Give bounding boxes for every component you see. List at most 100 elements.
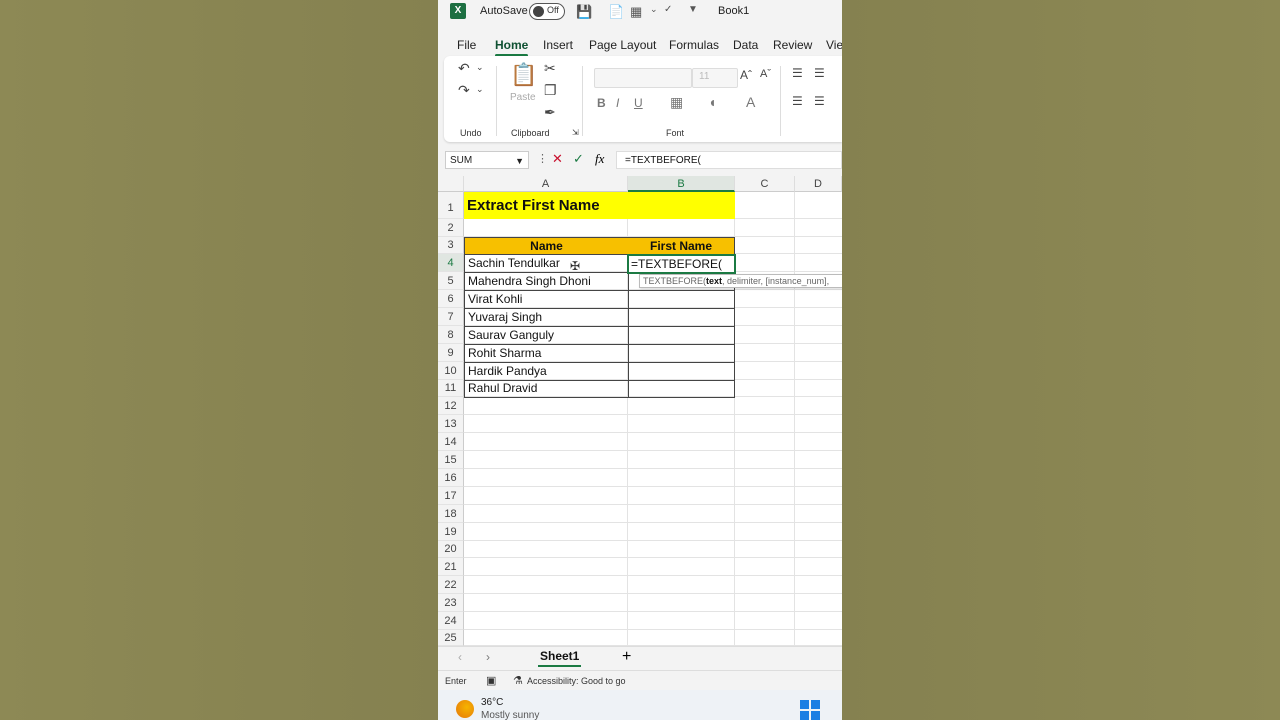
undo-dropdown-icon[interactable]: ⌄ xyxy=(476,62,484,73)
insert-function-button[interactable]: fx xyxy=(595,151,604,167)
grow-font-icon[interactable]: Aˆ xyxy=(740,68,752,82)
font-color-icon[interactable]: A xyxy=(746,94,755,110)
weather-description[interactable]: Mostly sunny xyxy=(481,710,539,720)
row-header[interactable]: 16 xyxy=(438,469,464,487)
name-cell[interactable]: Saurav Ganguly xyxy=(464,326,629,345)
save-icon[interactable]: 💾 xyxy=(576,4,592,20)
align-middle-icon[interactable]: ☰ xyxy=(814,66,825,80)
align-left-icon[interactable]: ☰ xyxy=(792,94,803,108)
add-sheet-button[interactable]: + xyxy=(622,648,631,666)
cut-icon[interactable]: ✂ xyxy=(544,60,556,77)
row-header[interactable]: 4 xyxy=(438,254,464,272)
weather-sun-icon[interactable] xyxy=(456,700,474,718)
row-header[interactable]: 19 xyxy=(438,523,464,541)
accessibility-status[interactable]: Accessibility: Good to go xyxy=(527,676,626,686)
header-name-cell[interactable]: Name xyxy=(464,237,629,255)
dropdown-chevron-icon[interactable]: ⌄ xyxy=(650,4,658,15)
select-all-corner[interactable] xyxy=(438,176,464,192)
scroll-right-icon[interactable]: › xyxy=(486,650,490,664)
row-header[interactable]: 11 xyxy=(438,380,464,397)
windows-start-icon[interactable] xyxy=(800,700,820,720)
row-header[interactable]: 1 xyxy=(438,192,464,219)
name-cell[interactable]: Mahendra Singh Dhoni xyxy=(464,272,629,291)
name-cell[interactable]: Virat Kohli xyxy=(464,290,629,309)
layout-icon[interactable]: ▦ xyxy=(630,4,642,20)
shrink-font-icon[interactable]: Aˇ xyxy=(760,68,771,80)
clipboard-launcher-icon[interactable]: ⇲ xyxy=(572,128,579,137)
row-header[interactable]: 10 xyxy=(438,362,464,380)
header-first-name-cell[interactable]: First Name xyxy=(628,237,735,255)
undo-icon[interactable]: ↶ xyxy=(458,60,470,77)
row-header[interactable]: 13 xyxy=(438,415,464,433)
row-header[interactable]: 14 xyxy=(438,433,464,451)
borders-icon[interactable]: ▦ xyxy=(670,94,683,111)
first-name-cell[interactable] xyxy=(628,362,735,381)
formula-input[interactable]: =TEXTBEFORE( xyxy=(616,151,842,169)
tab-review[interactable]: Review xyxy=(773,38,812,52)
autosave-toggle[interactable]: Off xyxy=(529,3,565,20)
more-options-icon[interactable]: ⋮ xyxy=(537,151,548,167)
row-header[interactable]: 22 xyxy=(438,576,464,594)
paste-icon[interactable]: 📋 xyxy=(510,62,537,88)
fill-color-icon[interactable]: ◖ xyxy=(708,94,716,110)
row-header[interactable]: 9 xyxy=(438,344,464,362)
name-cell[interactable]: Hardik Pandya xyxy=(464,362,629,381)
row-header[interactable]: 6 xyxy=(438,290,464,308)
spelling-check-icon[interactable]: ✓ xyxy=(664,4,672,15)
name-cell[interactable]: Rahul Dravid xyxy=(464,380,629,398)
customize-toolbar-icon[interactable]: ▼ xyxy=(688,4,698,15)
column-header-d[interactable]: D xyxy=(795,176,842,192)
row-header[interactable]: 12 xyxy=(438,397,464,415)
format-painter-icon[interactable]: ✒ xyxy=(544,104,556,121)
name-box[interactable]: SUM ▼ xyxy=(445,151,529,169)
font-size-select[interactable]: 11 xyxy=(692,68,738,88)
row-header[interactable]: 24 xyxy=(438,612,464,630)
new-file-icon[interactable]: 📄 xyxy=(608,4,624,20)
row-header[interactable]: 17 xyxy=(438,487,464,505)
italic-icon[interactable]: I xyxy=(616,96,619,110)
row-header[interactable]: 20 xyxy=(438,541,464,558)
row-header[interactable]: 25 xyxy=(438,630,464,646)
tab-home[interactable]: Home xyxy=(495,38,529,57)
row-header[interactable]: 3 xyxy=(438,237,464,254)
underline-icon[interactable]: U xyxy=(634,96,643,110)
first-name-cell[interactable] xyxy=(628,344,735,363)
row-header[interactable]: 2 xyxy=(438,219,464,237)
sheet-tab-sheet1[interactable]: Sheet1 xyxy=(534,647,585,669)
cancel-icon[interactable]: ✕ xyxy=(552,151,563,167)
first-name-cell[interactable] xyxy=(628,308,735,327)
tab-insert[interactable]: Insert xyxy=(543,38,573,52)
enter-icon[interactable]: ✓ xyxy=(573,151,584,167)
row-header[interactable]: 23 xyxy=(438,594,464,612)
scroll-left-icon[interactable]: ‹ xyxy=(458,650,462,664)
tooltip-current-arg[interactable]: text xyxy=(706,276,722,286)
align-center-icon[interactable]: ☰ xyxy=(814,94,825,108)
row-header[interactable]: 7 xyxy=(438,308,464,326)
tab-view[interactable]: Vie xyxy=(826,38,842,52)
tab-data[interactable]: Data xyxy=(733,38,758,52)
name-cell[interactable]: Sachin Tendulkar xyxy=(464,254,629,273)
copy-icon[interactable]: ❐ xyxy=(544,82,557,99)
row-header[interactable]: 15 xyxy=(438,451,464,469)
active-cell-b4[interactable]: =TEXTBEFORE( xyxy=(627,254,736,274)
tab-page-layout[interactable]: Page Layout xyxy=(589,38,656,52)
tab-formulas[interactable]: Formulas xyxy=(669,38,719,52)
font-name-select[interactable] xyxy=(594,68,692,88)
accessibility-icon[interactable]: ⚗ xyxy=(513,674,523,687)
row-header[interactable]: 18 xyxy=(438,505,464,523)
redo-dropdown-icon[interactable]: ⌄ xyxy=(476,84,484,95)
row-header[interactable]: 8 xyxy=(438,326,464,344)
tooltip-function-name[interactable]: TEXTBEFORE( xyxy=(643,276,706,286)
first-name-cell[interactable] xyxy=(628,290,735,309)
name-cell[interactable]: Rohit Sharma xyxy=(464,344,629,363)
row-header[interactable]: 5 xyxy=(438,272,464,290)
column-header-c[interactable]: C xyxy=(735,176,795,192)
name-cell[interactable]: Yuvaraj Singh xyxy=(464,308,629,327)
align-top-icon[interactable]: ☰ xyxy=(792,66,803,80)
first-name-cell[interactable] xyxy=(628,380,735,398)
column-header-b[interactable]: B xyxy=(628,176,735,192)
column-header-a[interactable]: A xyxy=(464,176,628,192)
bold-icon[interactable]: B xyxy=(597,96,606,110)
title-cell[interactable]: Extract First Name xyxy=(464,192,735,219)
weather-temperature[interactable]: 36°C xyxy=(481,697,503,708)
